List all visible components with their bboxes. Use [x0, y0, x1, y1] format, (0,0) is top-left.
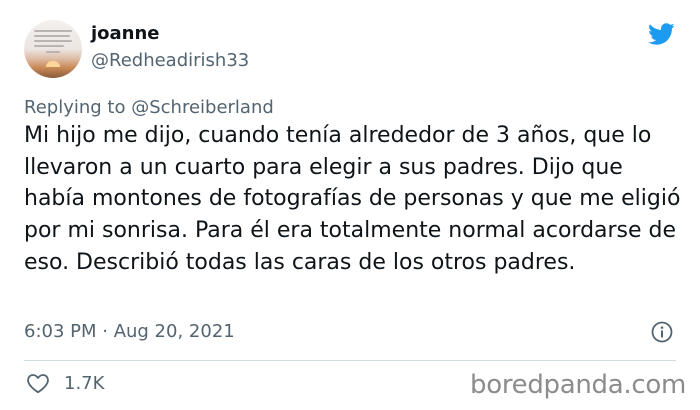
heart-icon[interactable]: [26, 372, 50, 394]
author-handle[interactable]: @Redheadirish33: [91, 49, 249, 73]
avatar-quote-line: [34, 40, 72, 42]
watermark: boredpanda.com: [470, 370, 686, 400]
avatar-quote-line: [34, 35, 70, 37]
tweet-timestamp[interactable]: 6:03 PM · Aug 20, 2021: [24, 320, 235, 344]
info-icon[interactable]: [650, 320, 674, 344]
twitter-bird-icon[interactable]: [645, 20, 677, 48]
avatar[interactable]: [24, 20, 82, 78]
replying-prefix: Replying to: [24, 97, 126, 118]
reply-mention-link[interactable]: @Schreiberland: [131, 97, 274, 118]
author-display-name[interactable]: joanne: [91, 22, 160, 46]
like-count: 1.7K: [64, 373, 105, 394]
avatar-quote-line: [34, 30, 72, 32]
divider: [24, 360, 676, 361]
avatar-sun: [46, 61, 60, 67]
tweet-text: Mi hijo me dijo, cuando tenía alrededor …: [24, 123, 681, 275]
avatar-quote-line: [34, 45, 64, 47]
avatar-quote-line: [46, 51, 60, 53]
replying-to: Replying to @Schreiberland: [24, 96, 274, 120]
